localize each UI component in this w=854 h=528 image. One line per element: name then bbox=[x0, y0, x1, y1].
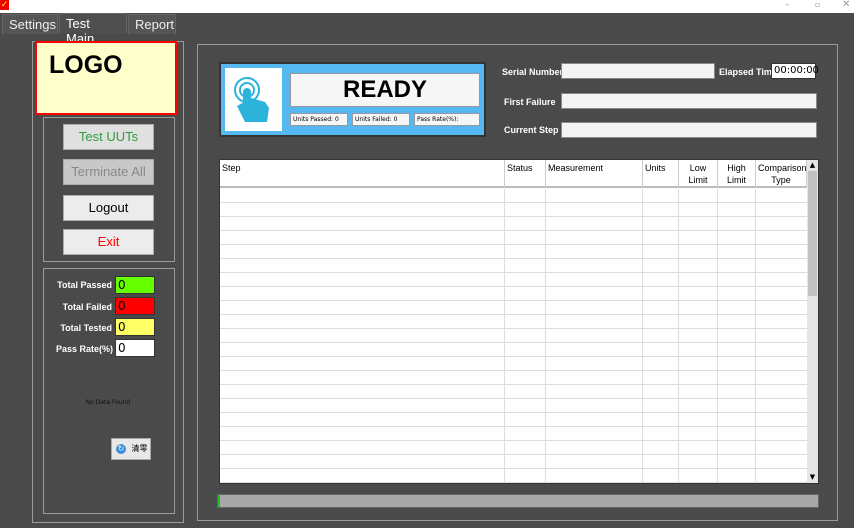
total-passed-value: 0 bbox=[115, 276, 155, 294]
table-row[interactable] bbox=[220, 385, 807, 399]
column-comparison-type[interactable]: Comparison Type bbox=[756, 160, 807, 188]
minimize-icon[interactable]: – bbox=[785, 0, 790, 10]
close-icon[interactable]: ✕ bbox=[842, 0, 850, 10]
scroll-down-arrow[interactable]: ▼ bbox=[807, 472, 818, 483]
column-measurement[interactable]: Measurement bbox=[546, 160, 643, 188]
tab-test-main[interactable]: Test Main bbox=[59, 13, 127, 46]
column-status[interactable]: Status bbox=[505, 160, 546, 188]
column-units[interactable]: Units bbox=[643, 160, 679, 188]
table-row[interactable] bbox=[220, 343, 807, 357]
logo-text: LOGO bbox=[49, 51, 123, 79]
table-header: Step Status Measurement Units Low Limit … bbox=[220, 160, 807, 188]
vertical-scrollbar[interactable]: ▲ ▼ bbox=[807, 160, 818, 483]
exit-button[interactable]: Exit bbox=[63, 229, 154, 255]
first-failure-field[interactable] bbox=[561, 93, 817, 109]
total-failed-label: Total Failed bbox=[62, 302, 112, 312]
serial-number-field[interactable] bbox=[561, 63, 715, 79]
pass-rate-value: 0 bbox=[115, 339, 155, 357]
table-row[interactable] bbox=[220, 469, 807, 483]
table-row[interactable] bbox=[220, 189, 807, 203]
touch-hand-icon bbox=[225, 68, 282, 131]
scroll-thumb[interactable] bbox=[808, 171, 817, 296]
total-tested-label: Total Tested bbox=[60, 323, 112, 333]
table-row[interactable] bbox=[220, 427, 807, 441]
refresh-icon: ↻ bbox=[116, 443, 126, 454]
column-high-limit[interactable]: High Limit bbox=[718, 160, 756, 188]
tab-settings[interactable]: Settings bbox=[2, 14, 58, 34]
table-row[interactable] bbox=[220, 259, 807, 273]
current-step-field[interactable] bbox=[561, 122, 817, 138]
logo: LOGO bbox=[35, 41, 177, 115]
tab-report[interactable]: Report bbox=[128, 14, 176, 34]
test-uuts-button[interactable]: Test UUTs bbox=[63, 124, 154, 150]
table-row[interactable] bbox=[220, 413, 807, 427]
column-step[interactable]: Step bbox=[220, 160, 505, 188]
scroll-up-arrow[interactable]: ▲ bbox=[807, 160, 818, 171]
units-passed: Units Passed: 0 bbox=[290, 113, 348, 126]
steps-table: Step Status Measurement Units Low Limit … bbox=[219, 159, 819, 484]
table-row[interactable] bbox=[220, 371, 807, 385]
serial-number-label: Serial Number bbox=[502, 67, 564, 77]
title-bar: ✓ – ▫ ✕ bbox=[0, 0, 854, 13]
current-step-label: Current Step bbox=[504, 125, 559, 135]
total-failed-value: 0 bbox=[115, 297, 155, 315]
checkmark-icon: ✓ bbox=[0, 0, 9, 10]
table-row[interactable] bbox=[220, 301, 807, 315]
first-failure-label: First Failure bbox=[504, 97, 556, 107]
total-tested-value: 0 bbox=[115, 318, 155, 336]
maximize-icon[interactable]: ▫ bbox=[815, 0, 820, 9]
terminate-all-button[interactable]: Terminate All bbox=[63, 159, 154, 185]
table-row[interactable] bbox=[220, 231, 807, 245]
units-failed: Units Failed: 0 bbox=[352, 113, 410, 126]
table-row[interactable] bbox=[220, 287, 807, 301]
status-panel: READY Units Passed: 0 Units Failed: 0 Pa… bbox=[219, 62, 486, 137]
total-passed-label: Total Passed bbox=[57, 280, 112, 290]
table-row[interactable] bbox=[220, 441, 807, 455]
table-row[interactable] bbox=[220, 315, 807, 329]
table-row[interactable] bbox=[220, 203, 807, 217]
table-row[interactable] bbox=[220, 217, 807, 231]
elapsed-time-value: 00:00:00 bbox=[771, 63, 819, 79]
tab-bar: Settings Test Main Report bbox=[0, 13, 854, 46]
table-row[interactable] bbox=[220, 455, 807, 469]
column-low-limit[interactable]: Low Limit bbox=[679, 160, 718, 188]
pass-rate-label: Pass Rate(%) bbox=[55, 344, 113, 354]
table-body bbox=[220, 189, 807, 483]
progress-bar bbox=[217, 494, 819, 508]
table-row[interactable] bbox=[220, 357, 807, 371]
table-row[interactable] bbox=[220, 273, 807, 287]
table-row[interactable] bbox=[220, 245, 807, 259]
elapsed-time-label: Elapsed Time bbox=[719, 67, 777, 77]
clear-label: 清零 bbox=[131, 444, 148, 453]
table-row[interactable] bbox=[220, 399, 807, 413]
logout-button[interactable]: Logout bbox=[63, 195, 154, 221]
status-text: READY bbox=[290, 73, 480, 107]
status-pass-rate: Pass Rate(%): bbox=[414, 113, 480, 126]
table-row[interactable] bbox=[220, 329, 807, 343]
progress-fill bbox=[218, 495, 220, 507]
no-data-text: No Data Found bbox=[85, 399, 131, 406]
clear-button[interactable]: ↻ 清零 bbox=[111, 438, 151, 460]
